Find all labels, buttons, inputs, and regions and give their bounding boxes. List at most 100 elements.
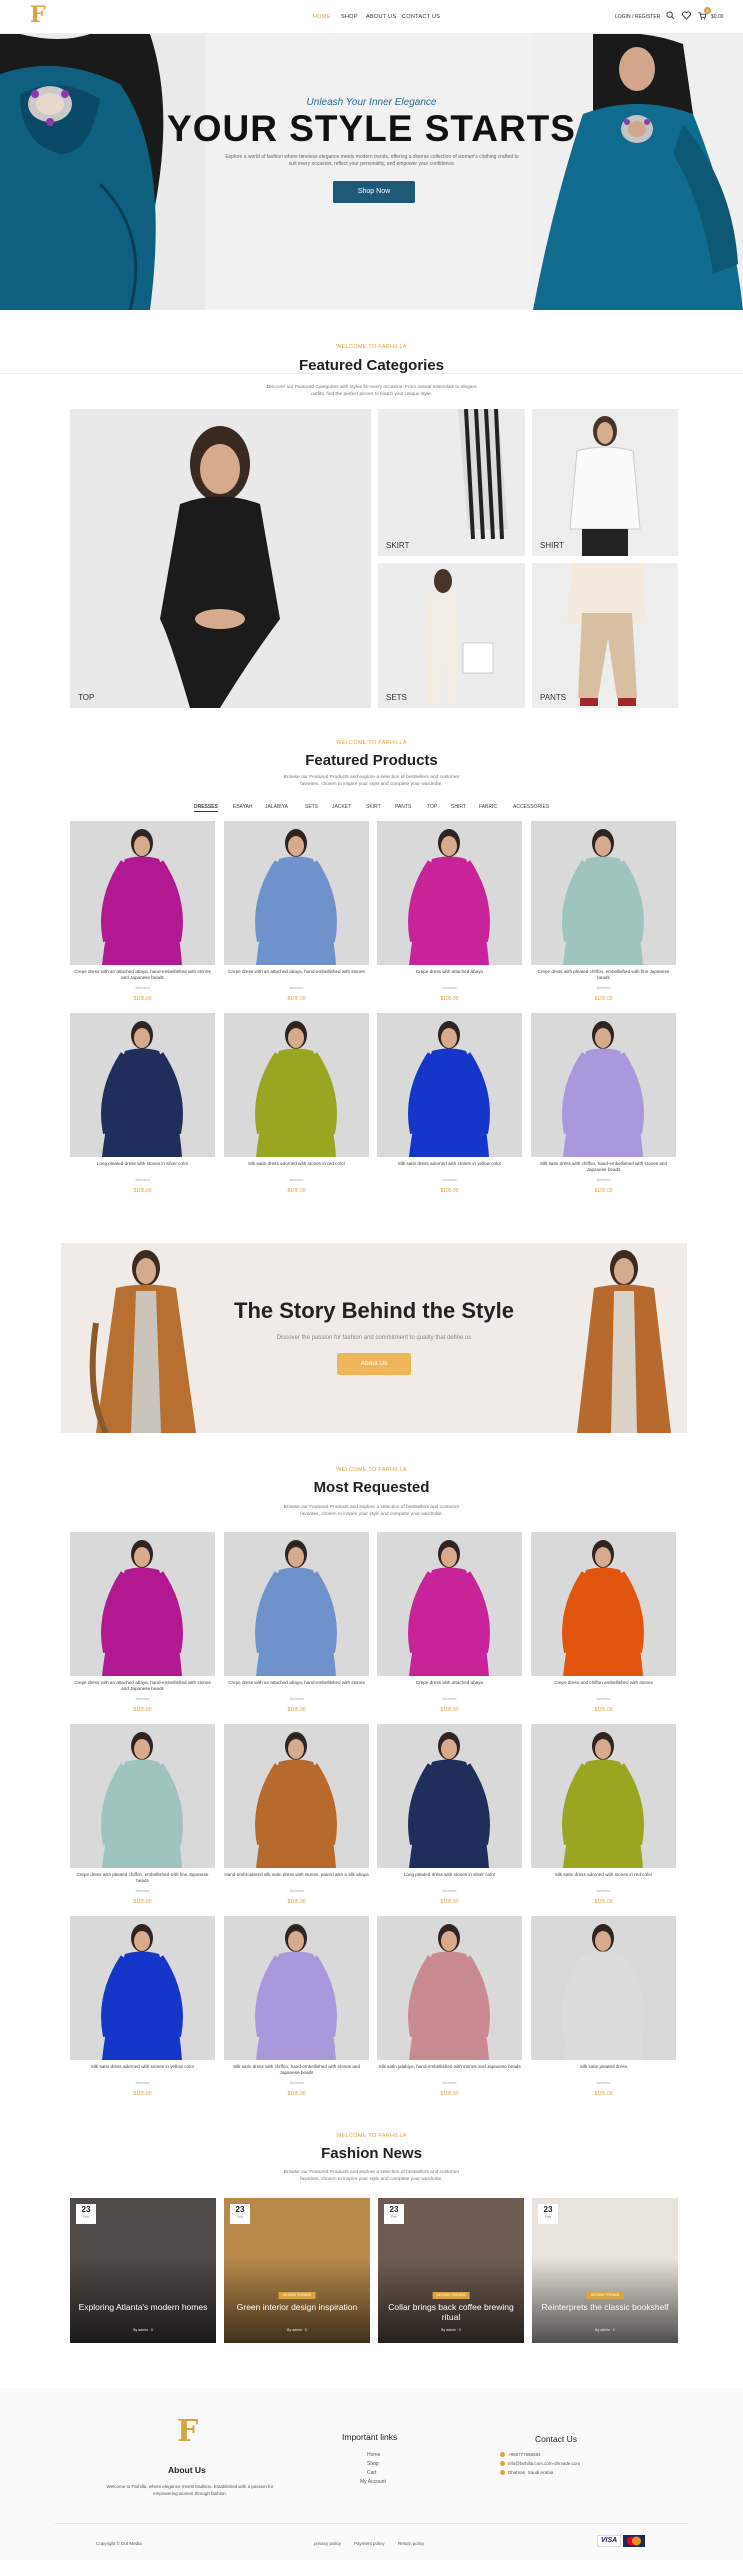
category-card-sets[interactable]: SETS [378,563,525,708]
site-logo[interactable]: F [30,2,46,28]
product-image[interactable] [70,821,215,965]
product-name[interactable]: Crepe dress with attached abaya [377,969,522,975]
return-policy-link[interactable]: Return policy [398,2541,424,2546]
product-name[interactable]: Silk satin dress adorned with stones in … [377,1161,522,1167]
cart-total[interactable]: $0.00 [711,14,724,20]
footer-link-account[interactable]: My Account [360,2479,386,2485]
product-name[interactable]: Crepe dress with an attached abaya, hand… [224,969,369,975]
phone-icon [500,2452,505,2457]
product-image[interactable] [70,1724,215,1868]
product-brand: Ambera [596,985,611,990]
product-name[interactable]: Crepe dress with an attached abaya, hand… [70,1680,215,1692]
shop-now-button[interactable]: Shop Now [333,181,415,203]
category-card-top[interactable]: TOP [70,409,371,708]
footer-phone[interactable]: +966777666584 [508,2452,541,2457]
news-date-badge: 23 Feb [384,2204,404,2224]
product-brand: Ambera [135,985,150,990]
tab-skirt[interactable]: SKIRT [366,804,381,810]
search-icon[interactable] [666,11,675,20]
category-card-pants[interactable]: PANTS [532,563,678,708]
news-tag[interactable]: DESIGN TRENDS [432,2292,470,2299]
product-name[interactable]: Crepe dress with attached abaya [377,1680,522,1686]
product-image[interactable] [224,821,369,965]
news-title[interactable]: Collar brings back coffee brewing ritual [384,2302,518,2322]
product-name[interactable]: Crepe dress and chiffon embellished with… [531,1680,676,1686]
news-tag[interactable]: DESIGN TRENDS [586,2292,624,2299]
tab-sets[interactable]: SETS [305,804,318,810]
news-title[interactable]: Reinterprets the classic bookshelf [538,2302,672,2312]
product-image[interactable] [377,1916,522,2060]
tab-shirt[interactable]: SHIRT [451,804,466,810]
category-card-shirt[interactable]: SHIRT [532,409,678,556]
product-image[interactable] [531,1013,676,1157]
product-image[interactable] [377,1013,522,1157]
product-image[interactable] [531,1532,676,1676]
news-title[interactable]: Green interior design inspiration [230,2302,364,2312]
news-card[interactable]: 23 Feb DESIGN TRENDS Green interior design … [224,2198,370,2343]
product-name[interactable]: Silk satin pleated dress [531,2064,676,2070]
product-image[interactable] [224,1724,369,1868]
product-brand: Ambera [596,1177,611,1182]
tab-jacket[interactable]: JACKET [332,804,351,810]
news-meta: By admin · 0 [595,2328,615,2332]
tab-accessories[interactable]: ACCESSORIES [513,804,549,810]
product-image[interactable] [377,1532,522,1676]
product-image[interactable] [224,1532,369,1676]
hero-description: Explore a world of fashion where timeles… [225,154,519,167]
news-card[interactable]: 23 Feb DESIGN TRENDS Reinterprets the class… [532,2198,678,2343]
product-name[interactable]: Silk satin dress adorned with stones in … [70,2064,215,2070]
tab-jalabiya[interactable]: JALABIYA [265,804,288,810]
product-name[interactable]: Crepe dress with an attached abaya, hand… [224,1680,369,1686]
product-image[interactable] [224,1013,369,1157]
nav-contact[interactable]: CONTACT US [402,14,440,20]
news-title[interactable]: Exploring Atlanta's modern homes [76,2302,210,2312]
category-label-shirt: SHIRT [540,541,564,550]
nav-shop[interactable]: SHOP [341,14,358,20]
product-image[interactable] [377,1724,522,1868]
product-image[interactable] [531,1916,676,2060]
nav-about[interactable]: ABOUT US [366,14,396,20]
product-image[interactable] [531,1724,676,1868]
tab-dresses[interactable]: DRESSES [194,804,218,812]
product-name[interactable]: Silk satin dress adorned with stones in … [531,1872,676,1878]
product-image[interactable] [70,1916,215,2060]
product-name[interactable]: Silk satin dress with chiffon, hand-embe… [224,2064,369,2076]
product-name[interactable]: Silk satin dress with chiffon, hand-embe… [531,1161,676,1173]
footer-link-cart[interactable]: Cart [367,2470,376,2476]
heart-icon[interactable] [682,11,691,20]
product-image[interactable] [531,821,676,965]
news-card[interactable]: 23 Feb Exploring Atlanta's modern homes By … [70,2198,216,2343]
product-image[interactable] [70,1013,215,1157]
category-card-skirt[interactable]: SKIRT [378,409,525,556]
product-name[interactable]: Hand-embroidered silk satin dress with s… [224,1872,369,1878]
product-image[interactable] [224,1916,369,2060]
tab-top[interactable]: TOP [427,804,437,810]
news-card[interactable]: 23 Feb DESIGN TRENDS Collar brings back cof… [378,2198,524,2343]
privacy-policy-link[interactable]: privacy policy [314,2541,341,2546]
footer-logo[interactable]: F [177,2414,198,2449]
most-requested-kicker: WELCOME TO FARHILLA [336,1467,407,1473]
news-tag[interactable]: DESIGN TRENDS [278,2292,316,2299]
category-label-sets: SETS [386,693,407,702]
footer-link-shop[interactable]: Shop [367,2461,379,2467]
product-price: $105.00 [440,1707,459,1713]
product-price: $105.00 [287,1707,306,1713]
product-image[interactable] [70,1532,215,1676]
footer-email[interactable]: info@farhilla.com.com-dhrvade.com [508,2461,580,2466]
product-name[interactable]: Crepe dress with pleated chiffon, embell… [70,1872,215,1884]
tab-ebayah[interactable]: EBAYAH [233,804,253,810]
nav-home[interactable]: HOME [313,14,331,20]
payment-policy-link[interactable]: Payment policy [354,2541,385,2546]
product-name[interactable]: Silk satin jalabiya, hand-embellished wi… [377,2064,522,2070]
product-name[interactable]: Silk satin dress adorned with stones in … [224,1161,369,1167]
tab-fabric[interactable]: FABRIC [479,804,497,810]
product-name[interactable]: Crepe dress with pleated chiffon, embell… [531,969,676,981]
product-name[interactable]: Long pleated dress with stones in silver… [70,1161,215,1167]
product-image[interactable] [377,821,522,965]
login-link[interactable]: LOGIN / REGISTER [615,14,660,20]
footer-link-home[interactable]: Home [367,2452,380,2458]
product-name[interactable]: Crepe dress with an attached abaya, hand… [70,969,215,981]
product-name[interactable]: Long pleated dress with stones in silver… [377,1872,522,1878]
about-us-button[interactable]: About Us [337,1353,411,1375]
tab-pants[interactable]: PANTS [395,804,411,810]
